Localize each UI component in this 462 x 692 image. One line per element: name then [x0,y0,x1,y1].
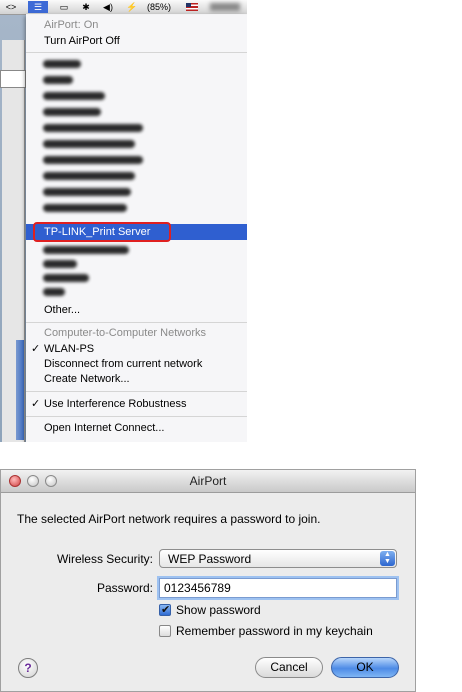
airport-password-dialog: AirPort The selected AirPort network req… [0,469,416,692]
blurred-network[interactable] [43,188,131,196]
cancel-button[interactable]: Cancel [255,657,323,678]
blurred-network[interactable] [43,92,105,100]
interference-robustness-item[interactable]: ✓ Use Interference Robustness [26,396,247,412]
us-flag-icon[interactable] [186,3,198,11]
title-bar: AirPort [1,470,415,493]
background-scrollbar [16,340,24,440]
menu-bar: <> ☰ ▭ ✱ ◀) ⚡ (85%) [0,0,247,15]
create-network-item[interactable]: Create Network... [26,371,247,387]
popup-arrows-icon: ▲ ▼ [380,551,395,566]
computer-to-computer-header: Computer-to-Computer Networks [44,327,206,339]
script-menu-icon[interactable]: <> [2,1,20,13]
blurred-network[interactable] [43,204,127,212]
open-internet-connect-item[interactable]: Open Internet Connect... [26,420,247,436]
battery-percent[interactable]: (85%) [142,1,176,13]
network-item-wlan-ps[interactable]: ✓ WLAN-PS [26,341,247,357]
blurred-network[interactable] [43,76,73,84]
show-password-label[interactable]: Show password [176,603,261,617]
red-highlight-ring [33,222,171,242]
wireless-security-label: Wireless Security: [56,552,153,566]
blurred-network[interactable] [43,108,101,116]
wireless-security-value: WEP Password [168,552,252,566]
airport-menu-icon[interactable]: ☰ [28,1,48,13]
blurred-network[interactable] [43,156,143,164]
blurred-network[interactable] [43,60,81,68]
window-title: AirPort [189,474,227,488]
disconnect-item[interactable]: Disconnect from current network [26,356,247,372]
dialog-message: The selected AirPort network requires a … [17,512,321,526]
wireless-security-popup[interactable]: WEP Password ▲ ▼ [159,549,397,568]
blurred-network[interactable] [43,260,77,268]
blurred-username [210,3,240,11]
volume-icon[interactable]: ◀) [100,1,116,13]
remember-password-label[interactable]: Remember password in my keychain [176,624,373,638]
blurred-network[interactable] [43,288,65,296]
other-network-item[interactable]: Other... [26,302,247,318]
bluetooth-icon[interactable]: ✱ [80,1,92,13]
help-button[interactable]: ? [18,658,38,678]
blurred-network[interactable] [43,172,135,180]
menu-separator [26,52,247,53]
checkmark-icon: ✓ [31,343,41,355]
turn-airport-off-item[interactable]: Turn AirPort Off [26,33,247,49]
blurred-network[interactable] [43,274,89,282]
checkmark-icon: ✓ [31,398,41,410]
display-icon[interactable]: ▭ [56,1,72,13]
show-password-checkbox[interactable] [159,603,171,616]
ok-button[interactable]: OK [331,657,399,678]
airport-status-item: AirPort: On [44,19,99,31]
remember-password-checkbox[interactable] [159,625,171,637]
blurred-network[interactable] [43,246,129,254]
menu-separator [26,391,247,392]
airport-menu-screenshot: <> ☰ ▭ ✱ ◀) ⚡ (85%) AirPort: On Turn Air… [0,0,247,442]
menu-separator [26,416,247,417]
password-field[interactable] [159,578,397,598]
background-field [0,70,26,88]
blurred-network[interactable] [43,124,143,132]
menu-separator [26,322,247,323]
airport-dropdown-menu: AirPort: On Turn AirPort Off TP-LINK_Pri… [26,14,247,442]
blurred-network[interactable] [43,140,135,148]
battery-icon[interactable]: ⚡ [124,1,140,13]
password-label: Password: [96,581,153,595]
